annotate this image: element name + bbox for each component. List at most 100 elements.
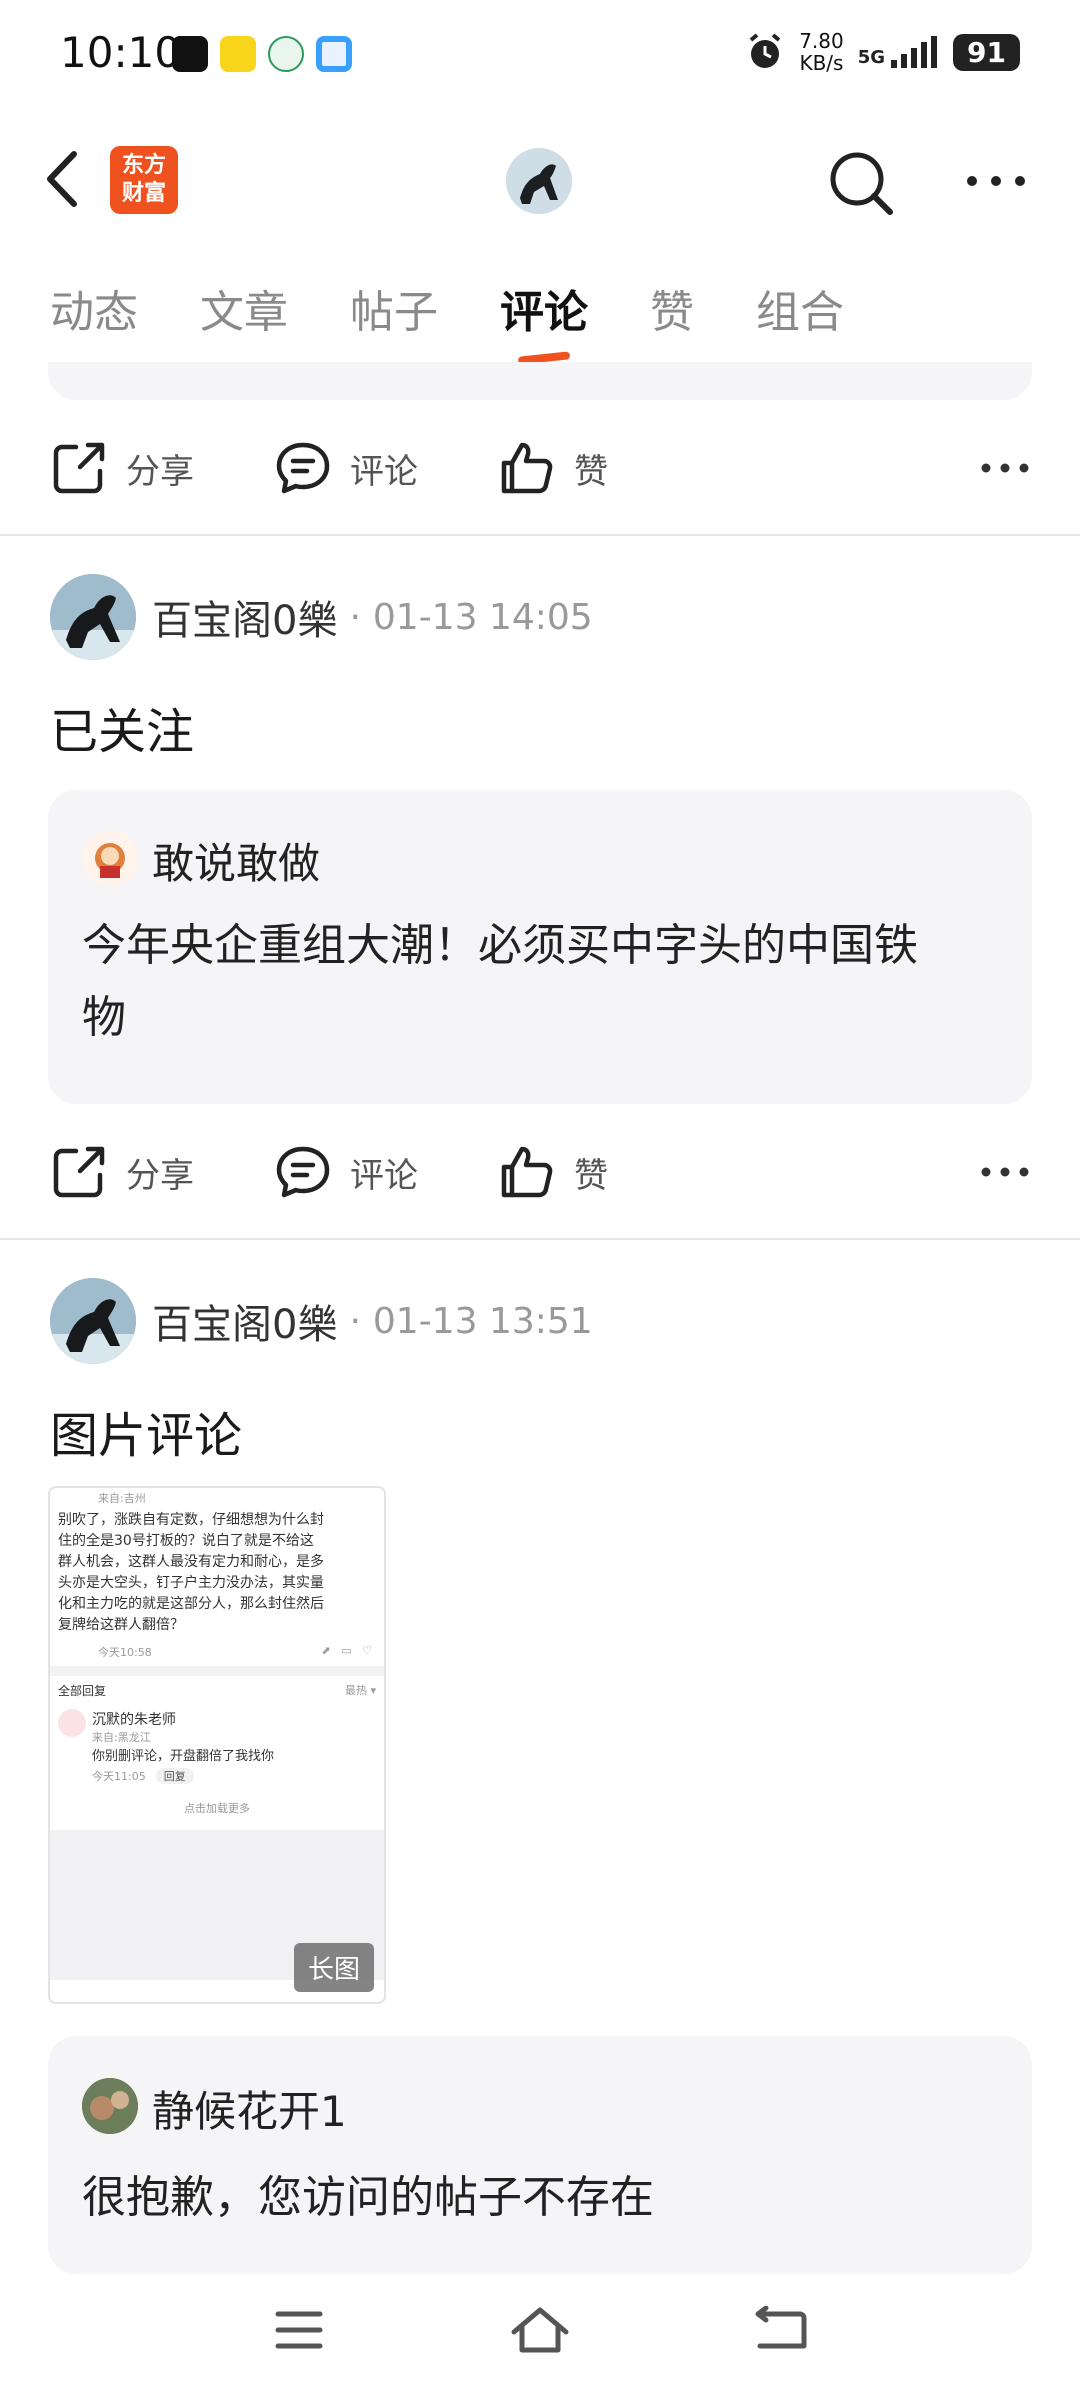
thumbs-up-icon <box>501 1146 553 1198</box>
thumb-all-replies: 全部回复 <box>58 1684 107 1698</box>
thumb-reply-text: 你别删评论，开盘翻倍了我找你 <box>92 1749 275 1764</box>
post-time: 01-13 14:05 <box>372 596 593 638</box>
battery-indicator: 91 <box>953 33 1020 71</box>
share-label: 分享 <box>126 1155 194 1196</box>
thumb-text-line: 别吹了，涨跌自有定数，仔细想想为什么封 <box>58 1512 324 1528</box>
home-icon[interactable] <box>510 2304 570 2356</box>
quoted-author-name: 敢说敢做 <box>152 839 321 888</box>
quoted-text-line-1: 今年央企重组大潮！必须买中字头的中国铁 <box>82 920 918 971</box>
thumb-reply-chip: 回复 <box>155 1768 194 1784</box>
separator-dot: · <box>349 596 361 638</box>
tab-comments[interactable]: 评论 <box>500 276 588 340</box>
post-header: 百宝阁0樂 · 01-13 13:51 <box>152 1292 593 1350</box>
thumb-text-line: 头亦是大空头，钉子户主力没办法，其实量 <box>58 1575 324 1591</box>
network-speed: 7.80 KB/s <box>799 30 844 74</box>
profile-avatar[interactable] <box>506 148 572 214</box>
thumb-replies-header: 全部回复 最热 ▾ <box>50 1676 384 1705</box>
comment-label: 评论 <box>350 1155 418 1196</box>
thumb-load-more: 点击加载更多 <box>184 1802 250 1815</box>
post-author-name[interactable]: 百宝阁0樂 <box>152 1292 337 1350</box>
green-app-icon <box>268 36 304 72</box>
share-button[interactable]: 分享 <box>50 1143 194 1201</box>
post-author-avatar[interactable] <box>50 1278 136 1364</box>
thumb-text-line: 化和主力吃的就是这部分人，那么封住然后 <box>58 1596 324 1612</box>
thumb-text-line: 复牌给这群人翻倍？ <box>58 1617 184 1633</box>
share-icon <box>53 442 105 494</box>
quoted-author-avatar <box>82 2078 138 2134</box>
share-icon <box>53 1146 105 1198</box>
divider <box>0 534 1080 536</box>
back-arrow-icon[interactable] <box>40 148 90 210</box>
menu-icon[interactable] <box>274 2308 324 2352</box>
yellow-app-icon <box>220 36 256 72</box>
tab-dynamic[interactable]: 动态 <box>50 276 138 340</box>
thumb-reply-time: 今天11:05 <box>92 1770 146 1783</box>
post-author-name[interactable]: 百宝阁0樂 <box>152 588 337 646</box>
post-text: 已关注 <box>50 704 195 760</box>
alarm-icon <box>749 33 781 68</box>
like-button[interactable]: 赞 <box>498 1143 608 1201</box>
tab-posts[interactable]: 帖子 <box>350 276 438 340</box>
logo-line-2: 财富 <box>121 181 166 206</box>
previous-quote-card-edge <box>48 362 1032 400</box>
tab-portfolio[interactable]: 组合 <box>756 276 844 340</box>
comment-label: 评论 <box>350 451 418 492</box>
thumbs-up-icon <box>501 442 553 494</box>
thumb-reply-author: 沉默的朱老师 <box>92 1712 176 1728</box>
quoted-author-name: 静候花开1 <box>152 2087 347 2136</box>
network-type: 5G <box>857 47 886 68</box>
comment-icon <box>276 442 330 494</box>
speed-unit: KB/s <box>799 51 844 75</box>
thumb-reply-avatar <box>58 1709 86 1737</box>
quoted-post-card[interactable]: 静候花开1 很抱歉，您访问的帖子不存在 <box>48 2036 1032 2274</box>
like-button[interactable]: 赞 <box>498 439 608 497</box>
thumb-text-line: 住的全是30号打板的？说白了就是不给这 <box>58 1533 314 1549</box>
quoted-text-line-2: 物 <box>82 992 126 1043</box>
thumb-reply: 沉默的朱老师 来自:黑龙江 你别删评论，开盘翻倍了我找你 今天11:05 回复 <box>50 1705 384 1788</box>
share-button[interactable]: 分享 <box>50 439 194 497</box>
more-dots-icon[interactable] <box>980 1162 1030 1182</box>
horse-avatar-image <box>50 1278 136 1364</box>
post-time: 01-13 13:51 <box>372 1300 593 1342</box>
thumb-location: 来自:吉州 <box>98 1492 146 1505</box>
thumb-sort: 最热 ▾ <box>344 1684 376 1697</box>
profile-tabs: 动态 文章 帖子 评论 赞 组合 <box>50 276 906 340</box>
comment-button[interactable]: 评论 <box>274 1143 418 1201</box>
quoted-text-line-1: 很抱歉，您访问的帖子不存在 <box>82 2172 654 2223</box>
comment-button[interactable]: 评论 <box>274 439 418 497</box>
back-nav-icon[interactable] <box>754 2306 808 2354</box>
flower-avatar-image <box>82 2078 138 2134</box>
notification-icons <box>172 36 352 72</box>
search-icon[interactable] <box>826 148 896 218</box>
quoted-post-card[interactable]: 敢说敢做 今年央企重组大潮！必须买中字头的中国铁 物 <box>48 790 1032 1104</box>
status-indicators: 7.80 KB/s 5G 91 <box>745 30 1020 74</box>
logo-line-1: 东方 <box>121 153 166 178</box>
douyin-app-icon <box>172 36 208 72</box>
more-dots-icon[interactable] <box>980 458 1030 478</box>
comment-icon <box>276 1146 330 1198</box>
thumb-meta-row: 今天10:58 ⬈ ▭ ♡ <box>50 1636 384 1666</box>
post-header: 百宝阁0樂 · 01-13 14:05 <box>152 588 593 646</box>
horse-avatar-image <box>506 148 572 214</box>
signal-bars-icon <box>891 36 938 68</box>
tab-likes[interactable]: 赞 <box>650 276 694 340</box>
like-label: 赞 <box>574 451 608 492</box>
more-options-icon[interactable] <box>964 166 1028 196</box>
comment-image-thumbnail[interactable]: 来自:吉州 别吹了，涨跌自有定数，仔细想想为什么封 住的全是30号打板的？说白了… <box>48 1486 386 2004</box>
cartoon-avatar-image <box>82 830 138 886</box>
thumb-reply-meta: 今天11:05 回复 <box>92 1768 274 1784</box>
eastmoney-logo[interactable]: 东方 财富 <box>110 146 178 214</box>
like-label: 赞 <box>574 1155 608 1196</box>
status-time: 10:10 <box>60 28 182 77</box>
separator-dot: · <box>349 1300 361 1342</box>
blue-app-icon <box>316 36 352 72</box>
divider <box>0 1238 1080 1240</box>
share-label: 分享 <box>126 451 194 492</box>
speed-value: 7.80 <box>799 29 844 53</box>
thumb-meta-icons: ⬈ ▭ ♡ <box>321 1644 372 1657</box>
tab-articles[interactable]: 文章 <box>200 276 288 340</box>
long-image-badge: 长图 <box>293 1943 374 1992</box>
post-author-avatar[interactable] <box>50 574 136 660</box>
horse-avatar-image <box>50 574 136 660</box>
thumb-meta-time: 今天10:58 <box>98 1646 152 1659</box>
